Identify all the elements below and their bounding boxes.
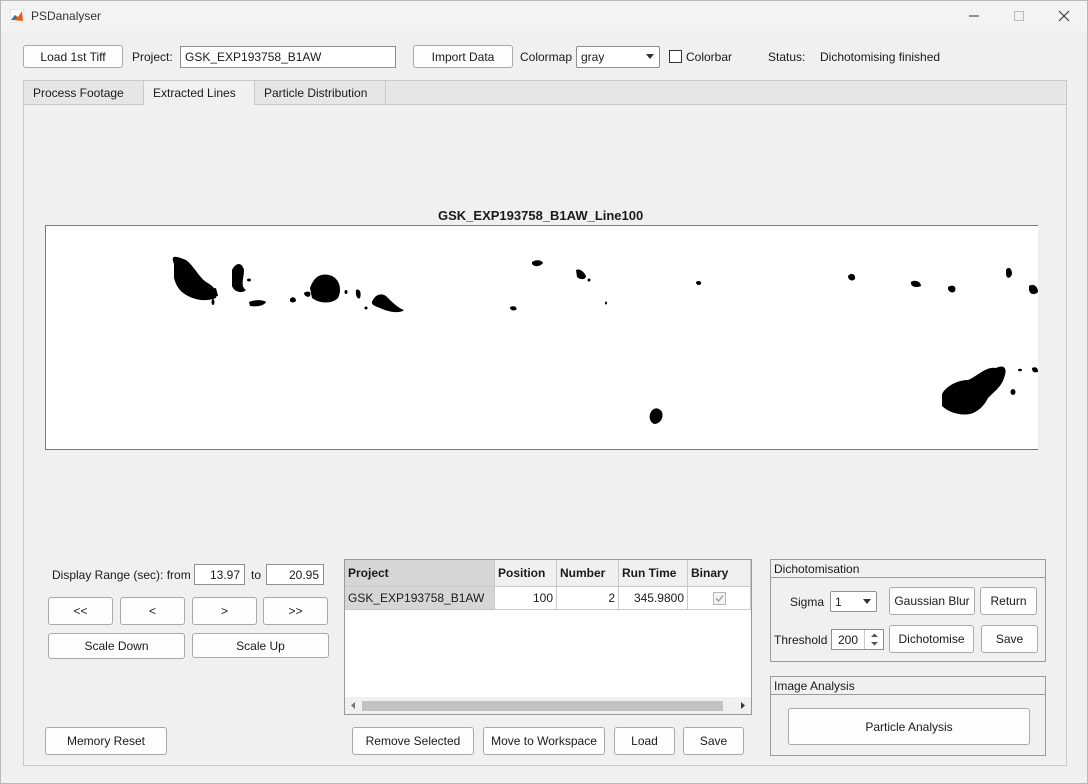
chevron-down-icon xyxy=(863,598,871,604)
tab-label: Particle Distribution xyxy=(264,85,368,100)
cell-number[interactable]: 2 xyxy=(557,587,619,610)
scale-down-button[interactable]: Scale Down xyxy=(48,633,185,659)
threshold-value: 200 xyxy=(838,632,859,647)
chevron-down-icon xyxy=(646,54,654,59)
nav-first-button[interactable]: << xyxy=(48,597,113,625)
image-axes[interactable] xyxy=(45,225,1038,450)
project-input-value: GSK_EXP193758_B1AW xyxy=(185,50,322,64)
colormap-label: Colormap xyxy=(520,50,573,64)
title-bar: PSDanalyser xyxy=(1,1,1087,31)
maximize-icon xyxy=(1014,11,1024,21)
display-range-label: Display Range (sec): from xyxy=(52,568,191,582)
tab-particle-distribution[interactable]: Particle Distribution xyxy=(255,81,386,104)
project-label: Project: xyxy=(132,50,173,64)
cell-run-time[interactable]: 345.9800 xyxy=(619,587,688,610)
close-icon xyxy=(1058,10,1070,22)
memory-reset-button[interactable]: Memory Reset xyxy=(45,727,167,755)
colormap-value: gray xyxy=(581,50,605,64)
minimize-button[interactable] xyxy=(952,5,996,27)
minimize-icon xyxy=(969,15,979,17)
colormap-dropdown[interactable]: gray xyxy=(576,46,660,68)
scroll-right-icon xyxy=(741,702,745,709)
status-label: Status: xyxy=(768,50,806,64)
axes-title: GSK_EXP193758_B1AW_Line100 xyxy=(438,208,644,223)
tab-strip: Process Footage Extracted Lines Particle… xyxy=(24,81,1066,105)
range-to-value: 20.95 xyxy=(288,567,319,582)
particle-analysis-button[interactable]: Particle Analysis xyxy=(788,708,1030,745)
scroll-thumb[interactable] xyxy=(362,701,723,711)
nav-prev-button[interactable]: < xyxy=(120,597,185,625)
tab-process-footage[interactable]: Process Footage xyxy=(24,81,144,104)
range-from-value: 13.97 xyxy=(209,567,240,582)
cell-position[interactable]: 100 xyxy=(495,587,557,610)
status-value: Dichotomising finished xyxy=(820,50,941,64)
close-button[interactable] xyxy=(1042,5,1086,27)
col-header-run-time[interactable]: Run Time xyxy=(619,560,688,587)
scroll-left-icon xyxy=(351,702,355,709)
remove-selected-button[interactable]: Remove Selected xyxy=(352,727,474,755)
import-data-button[interactable]: Import Data xyxy=(413,45,513,68)
tab-extracted-lines[interactable]: Extracted Lines xyxy=(144,81,255,105)
col-header-project[interactable]: Project xyxy=(345,560,495,587)
load-button[interactable]: Load xyxy=(614,727,675,755)
colorbar-label: Colorbar xyxy=(686,50,733,64)
cell-project[interactable]: GSK_EXP193758_B1AW xyxy=(345,587,495,610)
range-to-input[interactable]: 20.95 xyxy=(266,564,324,585)
lines-table[interactable]: Project Position Number Run Time Binary … xyxy=(344,559,752,715)
move-to-workspace-button[interactable]: Move to Workspace xyxy=(483,727,605,755)
dichotomise-button[interactable]: Dichotomise xyxy=(889,625,974,653)
nav-next-button[interactable]: > xyxy=(192,597,257,625)
sigma-label: Sigma xyxy=(790,595,825,609)
nav-last-button[interactable]: >> xyxy=(263,597,328,625)
stepper-arrows-icon xyxy=(871,633,878,646)
colorbar-checkbox[interactable] xyxy=(669,50,682,63)
scale-up-button[interactable]: Scale Up xyxy=(192,633,329,658)
image-analysis-title: Image Analysis xyxy=(771,677,1045,695)
binary-line-image xyxy=(172,256,1038,424)
binary-checkbox-checked xyxy=(712,591,726,605)
threshold-spinner[interactable]: 200 xyxy=(831,629,884,650)
col-header-binary[interactable]: Binary xyxy=(688,560,751,587)
app-window: PSDanalyser Load 1st Tiff Project: GSK_E… xyxy=(0,0,1088,784)
col-header-number[interactable]: Number xyxy=(557,560,619,587)
range-from-input[interactable]: 13.97 xyxy=(194,564,245,585)
project-input[interactable]: GSK_EXP193758_B1AW xyxy=(180,46,396,68)
sigma-value: 1 xyxy=(835,594,842,609)
cell-binary[interactable] xyxy=(688,587,751,610)
maximize-button[interactable] xyxy=(997,5,1041,27)
load-tiff-button[interactable]: Load 1st Tiff xyxy=(23,45,123,68)
range-to-label: to xyxy=(251,568,262,582)
tab-label: Extracted Lines xyxy=(153,86,236,100)
threshold-label: Threshold xyxy=(774,633,828,647)
table-h-scrollbar[interactable] xyxy=(345,697,751,714)
return-button[interactable]: Return xyxy=(980,587,1037,615)
dichotomisation-title: Dichotomisation xyxy=(771,560,1045,578)
matlab-icon xyxy=(10,9,24,23)
dichotomisation-save-button[interactable]: Save xyxy=(981,625,1038,653)
col-header-position[interactable]: Position xyxy=(495,560,557,587)
window-title: PSDanalyser xyxy=(31,9,102,23)
tab-label: Process Footage xyxy=(33,85,124,100)
threshold-stepper[interactable] xyxy=(864,630,884,649)
sigma-dropdown[interactable]: 1 xyxy=(830,591,877,612)
save-button[interactable]: Save xyxy=(683,727,744,755)
gaussian-blur-button[interactable]: Gaussian Blur xyxy=(889,587,975,615)
